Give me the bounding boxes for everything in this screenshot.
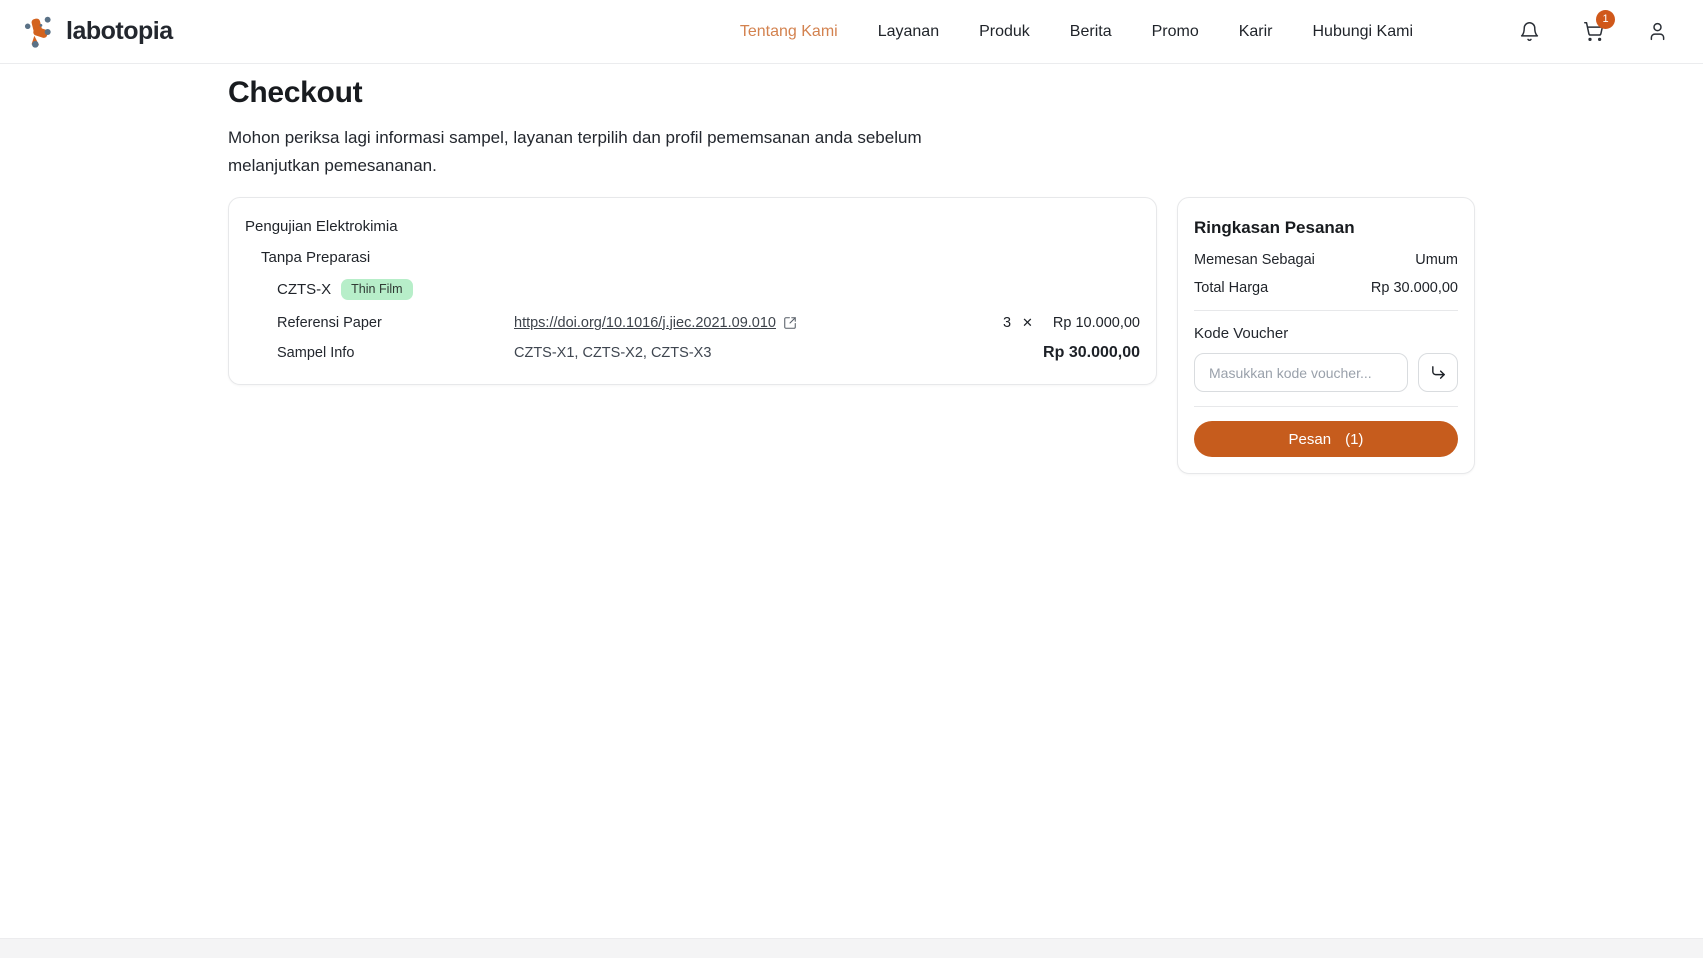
- summary-divider-top: [1194, 310, 1458, 311]
- main-nav: Tentang Kami Layanan Produk Berita Promo…: [740, 23, 1413, 41]
- quantity-value: 3: [1003, 315, 1011, 331]
- header-icons: 1: [1517, 20, 1669, 44]
- nav-item-karir[interactable]: Karir: [1239, 23, 1273, 41]
- footer-strip: [0, 938, 1703, 958]
- order-as-row: Memesan Sebagai Umum: [1194, 252, 1458, 268]
- place-order-label: Pesan: [1289, 431, 1332, 448]
- main-content: Checkout Mohon periksa lagi informasi sa…: [0, 64, 1703, 938]
- order-as-label: Memesan Sebagai: [1194, 252, 1315, 268]
- page-title: Checkout: [228, 76, 1475, 110]
- preparation-name: Tanpa Preparasi: [261, 249, 1140, 266]
- bell-icon: [1519, 21, 1540, 42]
- voucher-apply-button[interactable]: [1418, 353, 1458, 392]
- notifications-button[interactable]: [1517, 20, 1541, 44]
- total-price-value: Rp 30.000,00: [1371, 280, 1458, 296]
- cart-badge: 1: [1596, 10, 1615, 29]
- sample-info-row: Sampel Info CZTS-X1, CZTS-X2, CZTS-X3 Rp…: [277, 344, 1140, 362]
- voucher-input[interactable]: [1194, 353, 1408, 392]
- multiply-icon: ✕: [1022, 315, 1033, 331]
- nav-item-tentang-kami[interactable]: Tentang Kami: [740, 23, 838, 41]
- sample-info-label: Sampel Info: [277, 345, 514, 361]
- reference-paper-link[interactable]: https://doi.org/10.1016/j.jiec.2021.09.0…: [514, 315, 776, 331]
- place-order-count: (1): [1345, 431, 1363, 448]
- brand-logo[interactable]: labotopia: [22, 13, 173, 51]
- quantity-price-group: 3 ✕ Rp 10.000,00: [1003, 315, 1140, 331]
- reference-paper-label: Referensi Paper: [277, 315, 514, 331]
- unit-price: Rp 10.000,00: [1053, 315, 1140, 331]
- sample-type-badge: Thin Film: [341, 279, 412, 300]
- nav-item-berita[interactable]: Berita: [1070, 23, 1112, 41]
- total-price-label: Total Harga: [1194, 280, 1268, 296]
- summary-divider-bottom: [1194, 406, 1458, 407]
- nav-item-hubungi-kami[interactable]: Hubungi Kami: [1313, 23, 1414, 41]
- subtotal-price: Rp 30.000,00: [1043, 344, 1140, 362]
- external-link-icon: [783, 316, 797, 330]
- nav-item-promo[interactable]: Promo: [1152, 23, 1199, 41]
- order-as-value: Umum: [1415, 252, 1458, 268]
- summary-title: Ringkasan Pesanan: [1194, 218, 1458, 238]
- sample-info-value: CZTS-X1, CZTS-X2, CZTS-X3: [514, 345, 1043, 361]
- service-name: Pengujian Elektrokimia: [245, 218, 1140, 235]
- user-icon: [1647, 21, 1668, 42]
- voucher-label: Kode Voucher: [1194, 325, 1458, 342]
- brand-name: labotopia: [66, 17, 173, 46]
- cart-button[interactable]: 1: [1581, 20, 1605, 44]
- page-subtitle: Mohon periksa lagi informasi sampel, lay…: [228, 124, 973, 180]
- corner-down-right-icon: [1430, 364, 1447, 381]
- sample-name: CZTS-X: [277, 281, 331, 298]
- total-price-row: Total Harga Rp 30.000,00: [1194, 280, 1458, 296]
- account-button[interactable]: [1645, 20, 1669, 44]
- order-summary-card: Ringkasan Pesanan Memesan Sebagai Umum T…: [1177, 197, 1475, 474]
- place-order-button[interactable]: Pesan (1): [1194, 421, 1458, 457]
- nav-item-produk[interactable]: Produk: [979, 23, 1030, 41]
- header: labotopia Tentang Kami Layanan Produk Be…: [0, 0, 1703, 64]
- reference-paper-row: Referensi Paper https://doi.org/10.1016/…: [277, 315, 1140, 331]
- brand-logo-icon: [22, 13, 60, 51]
- nav-item-layanan[interactable]: Layanan: [878, 23, 939, 41]
- order-card: Pengujian Elektrokimia Tanpa Preparasi C…: [228, 197, 1157, 385]
